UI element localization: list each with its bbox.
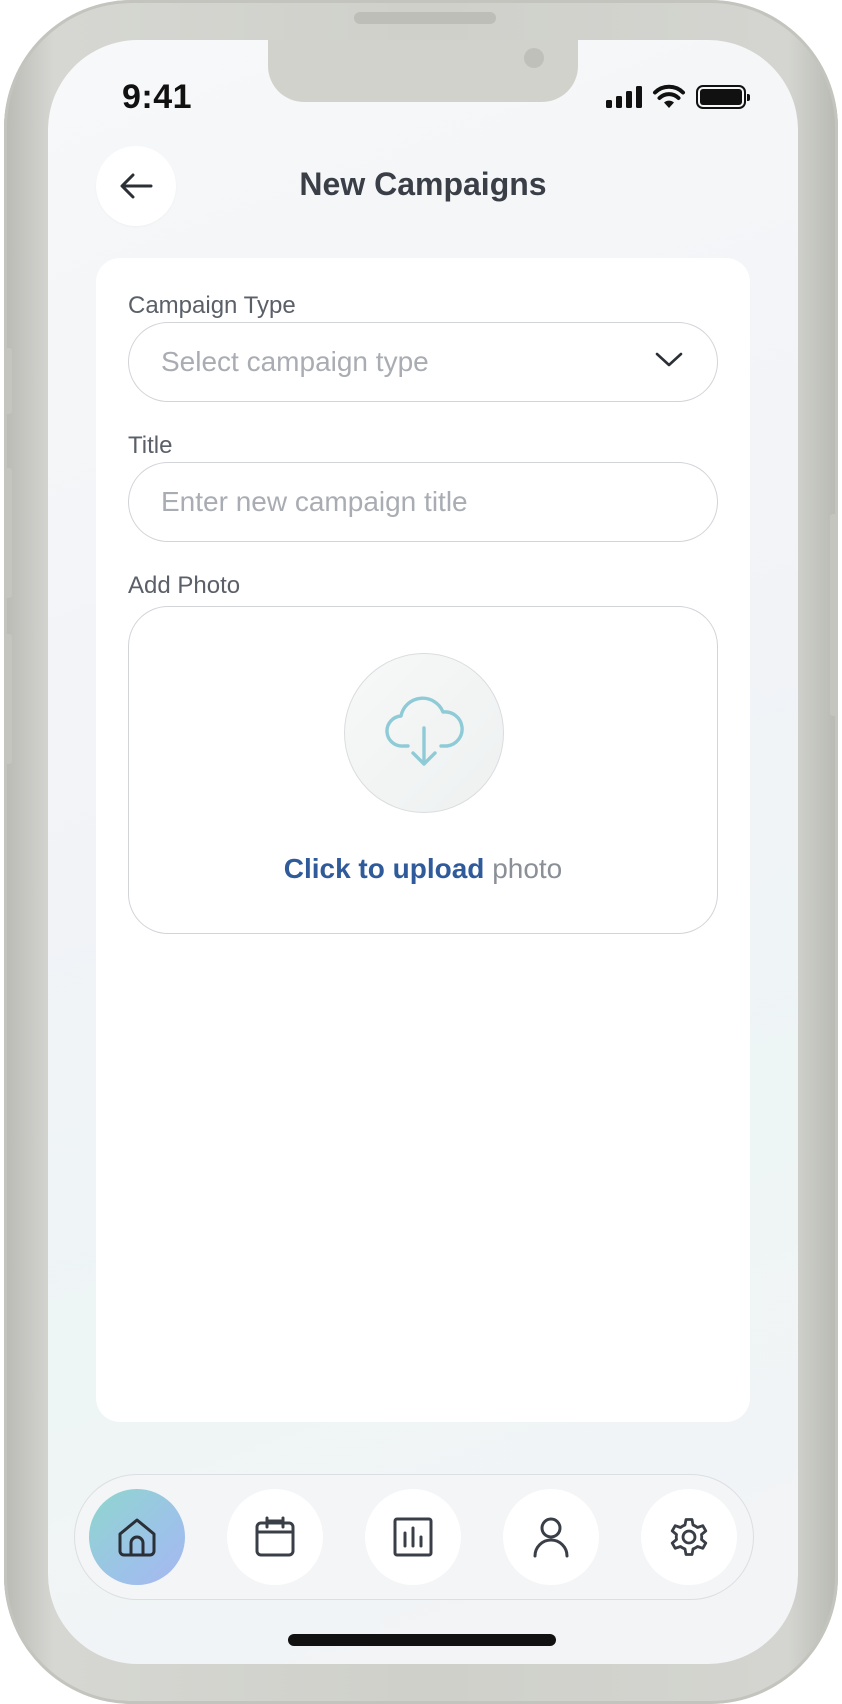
photo-upload-area[interactable]: Click to upload photo [128, 606, 718, 934]
signal-icon [606, 86, 642, 108]
wifi-icon [653, 84, 685, 108]
screen: 9:41 New Campaigns Campaign Type Select … [48, 40, 798, 1664]
speaker-grille [354, 12, 496, 24]
click-to-upload-link[interactable]: Click to upload [284, 853, 485, 884]
mute-switch [4, 348, 12, 414]
nav-analytics[interactable] [365, 1489, 461, 1585]
chevron-down-icon [655, 352, 683, 367]
campaign-type-select[interactable]: Select campaign type [128, 322, 718, 402]
nav-calendar[interactable] [227, 1489, 323, 1585]
nav-settings[interactable] [641, 1489, 737, 1585]
page-title: New Campaigns [299, 166, 547, 202]
status-time: 9:41 [122, 78, 193, 116]
battery-icon [696, 85, 750, 109]
phone-frame: 9:41 New Campaigns Campaign Type Select … [4, 0, 838, 1704]
bottom-nav [74, 1474, 754, 1600]
status-icons [606, 84, 750, 110]
cloud-download-icon [385, 696, 464, 766]
title-label: Title [128, 432, 173, 459]
front-camera [524, 48, 544, 68]
nav-profile[interactable] [503, 1489, 599, 1585]
upload-suffix: photo [492, 853, 563, 884]
upload-icon-circle [344, 653, 504, 813]
campaign-form-card: Campaign Type Select campaign type Title… [96, 258, 750, 1422]
chart-icon [393, 1517, 433, 1557]
volume-down-button [4, 634, 12, 764]
calendar-icon [255, 1516, 295, 1557]
power-button [830, 514, 838, 716]
upload-prompt: Click to upload photo [129, 853, 717, 885]
title-placeholder: Enter new campaign title [161, 486, 468, 517]
volume-up-button [4, 468, 12, 598]
notch [268, 40, 578, 102]
campaign-type-placeholder: Select campaign type [161, 346, 429, 377]
home-icon [118, 1518, 156, 1557]
gear-icon [670, 1518, 708, 1556]
nav-home[interactable] [89, 1489, 185, 1585]
user-icon [533, 1517, 569, 1558]
add-photo-label: Add Photo [128, 572, 241, 599]
home-indicator [288, 1634, 556, 1646]
title-input[interactable]: Enter new campaign title [128, 462, 718, 542]
campaign-type-label: Campaign Type [128, 292, 296, 319]
